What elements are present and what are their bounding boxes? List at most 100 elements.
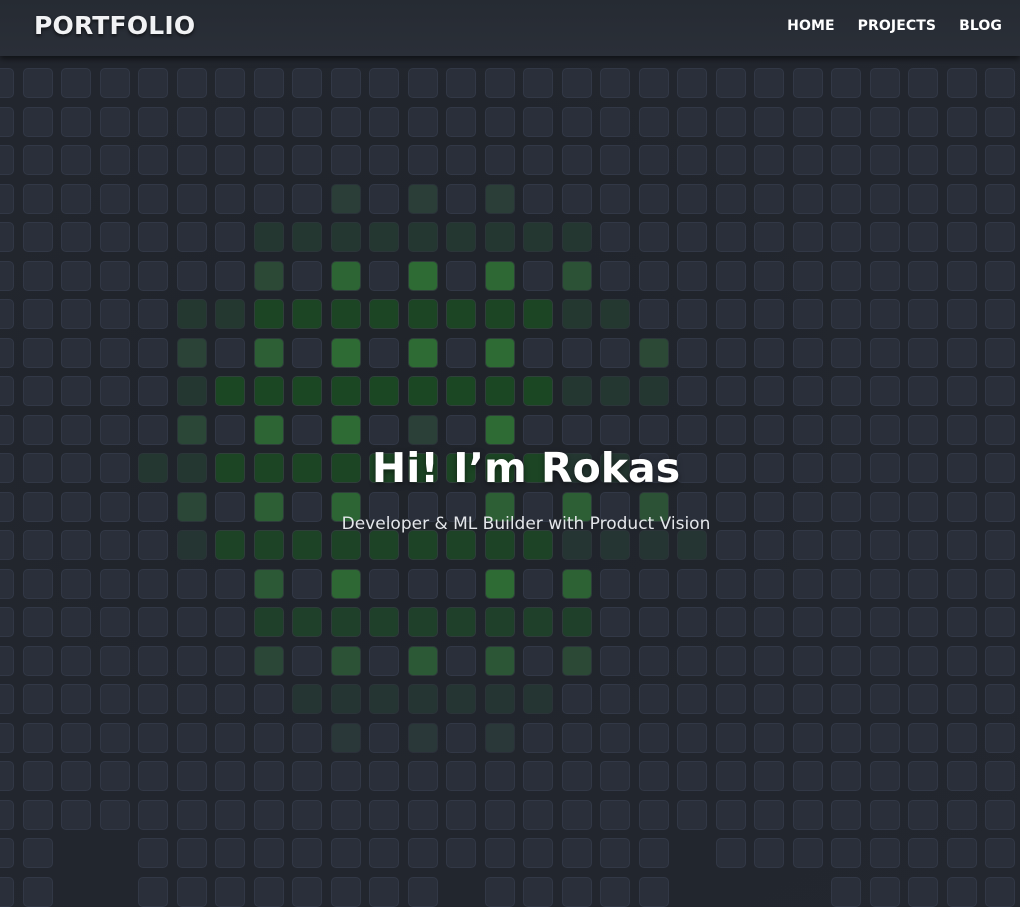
grid-tile [677, 376, 707, 406]
grid-tile [908, 723, 938, 753]
grid-tile [562, 646, 592, 676]
grid-tile [138, 530, 168, 560]
grid-tile [639, 607, 669, 637]
grid-tile [870, 145, 900, 175]
brand-logo[interactable]: PORTFOLIO [34, 11, 195, 40]
grid-tile [446, 530, 476, 560]
grid-tile [908, 299, 938, 329]
grid-tile [446, 184, 476, 214]
grid-tile [177, 68, 207, 98]
grid-tile [985, 607, 1015, 637]
grid-tile [446, 261, 476, 291]
grid-tile [331, 415, 361, 445]
grid-tile [369, 184, 399, 214]
grid-tile [215, 338, 245, 368]
grid-tile [485, 415, 515, 445]
grid-tile [292, 415, 322, 445]
grid-tile [716, 338, 746, 368]
grid-tile [331, 376, 361, 406]
grid-tile [369, 723, 399, 753]
grid-tile [908, 646, 938, 676]
grid-tile [215, 684, 245, 714]
grid-tile [369, 68, 399, 98]
grid-tile [754, 646, 784, 676]
grid-tile [639, 107, 669, 137]
grid-tile [369, 607, 399, 637]
grid-tile [562, 569, 592, 599]
hero-subtitle: Developer & ML Builder with Product Visi… [341, 514, 711, 534]
grid-tile [331, 761, 361, 791]
grid-tile [100, 222, 130, 252]
grid-tile [562, 338, 592, 368]
grid-tile [754, 338, 784, 368]
grid-tile [793, 723, 823, 753]
grid-tile [485, 261, 515, 291]
grid-tile [523, 723, 553, 753]
grid-tile [908, 145, 938, 175]
grid-tile [485, 800, 515, 830]
grid-tile [254, 800, 284, 830]
grid-tile [870, 184, 900, 214]
grid-tile [870, 800, 900, 830]
grid-tile [177, 145, 207, 175]
grid-tile [23, 299, 53, 329]
grid-tile [0, 877, 14, 907]
grid-tile [254, 723, 284, 753]
grid-tile [600, 723, 630, 753]
grid-tile [908, 684, 938, 714]
grid-tile [947, 530, 977, 560]
grid-tile [870, 261, 900, 291]
grid-tile [254, 684, 284, 714]
grid-tile [870, 415, 900, 445]
grid-tile [292, 800, 322, 830]
grid-tile [331, 838, 361, 868]
grid-tile [793, 684, 823, 714]
grid-tile [23, 684, 53, 714]
grid-tile [177, 569, 207, 599]
grid-tile [600, 222, 630, 252]
grid-tile [908, 761, 938, 791]
grid-tile [793, 68, 823, 98]
grid-tile [61, 184, 91, 214]
grid-tile [331, 338, 361, 368]
grid-tile [23, 761, 53, 791]
grid-tile [523, 299, 553, 329]
grid-tile [331, 569, 361, 599]
grid-tile [908, 800, 938, 830]
nav-projects-link[interactable]: PROJECTS [858, 18, 936, 34]
grid-tile [138, 800, 168, 830]
grid-tile [985, 415, 1015, 445]
grid-tile [0, 299, 14, 329]
grid-tile [600, 684, 630, 714]
grid-tile [562, 299, 592, 329]
grid-tile [523, 338, 553, 368]
grid-tile [716, 761, 746, 791]
grid-tile [292, 376, 322, 406]
grid-tile [754, 723, 784, 753]
grid-tile [716, 530, 746, 560]
grid-tile [562, 607, 592, 637]
grid-tile [23, 376, 53, 406]
grid-tile [331, 222, 361, 252]
grid-tile [138, 569, 168, 599]
grid-tile [677, 299, 707, 329]
grid-tile [831, 338, 861, 368]
grid-tile [0, 222, 14, 252]
grid-tile [562, 222, 592, 252]
nav-blog-link[interactable]: BLOG [959, 18, 1002, 34]
nav-home-link[interactable]: HOME [787, 18, 835, 34]
grid-tile [831, 723, 861, 753]
grid-tile [947, 723, 977, 753]
grid-tile [369, 107, 399, 137]
grid-tile [292, 838, 322, 868]
grid-tile [677, 761, 707, 791]
grid-tile [408, 569, 438, 599]
grid-tile [562, 68, 592, 98]
grid-tile [215, 607, 245, 637]
grid-tile [677, 723, 707, 753]
grid-tile [485, 68, 515, 98]
grid-tile [831, 684, 861, 714]
grid-tile [793, 415, 823, 445]
grid-tile [485, 877, 515, 907]
grid-tile [908, 338, 938, 368]
